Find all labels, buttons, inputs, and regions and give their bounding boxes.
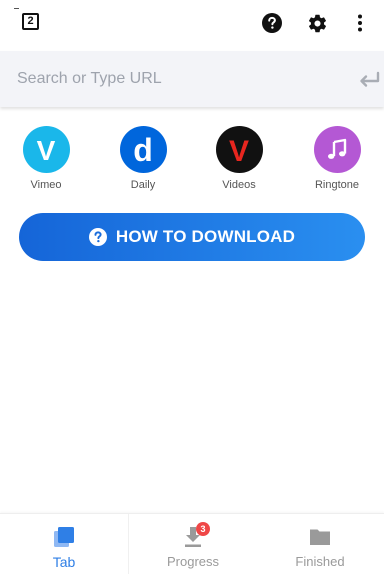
site-label: Videos	[222, 179, 256, 191]
site-ringtone[interactable]: Ringtone	[302, 126, 372, 192]
help-icon[interactable]	[261, 12, 283, 34]
music-note-icon	[313, 126, 361, 173]
status-indicator	[14, 8, 19, 9]
enter-icon[interactable]	[357, 70, 381, 90]
bottom-nav: Tab 3 Progress Finished	[0, 513, 384, 574]
site-vimeo[interactable]: V Vimeo	[11, 126, 81, 192]
site-videos[interactable]: V Videos	[204, 126, 274, 192]
videos-icon: V	[215, 126, 263, 173]
how-to-download-label: HOW TO DOWNLOAD	[115, 227, 296, 246]
progress-count-badge: 3	[196, 522, 210, 536]
site-label: Ringtone	[314, 179, 360, 191]
folder-icon	[308, 525, 332, 549]
gear-icon[interactable]	[306, 12, 328, 34]
site-label: Vimeo	[30, 179, 62, 191]
how-to-download-button[interactable]: HOW TO DOWNLOAD	[19, 213, 365, 261]
site-label: Daily	[130, 179, 156, 191]
nav-label: Progress	[166, 554, 220, 569]
tab-counter-button[interactable]: 2	[22, 13, 39, 30]
tab-count: 2	[27, 15, 34, 27]
tabs-icon	[52, 525, 76, 549]
nav-progress[interactable]: 3 Progress	[128, 514, 257, 574]
app-root: 2 Search or Type URL V Vimeo d Daily V V…	[0, 0, 384, 574]
svg-text:V: V	[37, 136, 56, 164]
nav-finished[interactable]: Finished	[256, 514, 384, 574]
nav-tab[interactable]: Tab	[0, 514, 128, 574]
search-bar	[0, 51, 384, 107]
more-vert-icon[interactable]	[349, 12, 371, 34]
svg-text:V: V	[229, 135, 249, 165]
vimeo-icon: V	[22, 126, 70, 173]
dailymotion-icon: d	[119, 126, 167, 173]
nav-label: Tab	[52, 554, 76, 570]
site-daily[interactable]: d Daily	[108, 126, 178, 192]
search-input[interactable]	[0, 51, 340, 107]
help-circle-icon	[88, 228, 107, 246]
svg-text:d: d	[133, 135, 153, 165]
nav-label: Finished	[295, 554, 345, 569]
top-toolbar: 2	[0, 0, 384, 48]
